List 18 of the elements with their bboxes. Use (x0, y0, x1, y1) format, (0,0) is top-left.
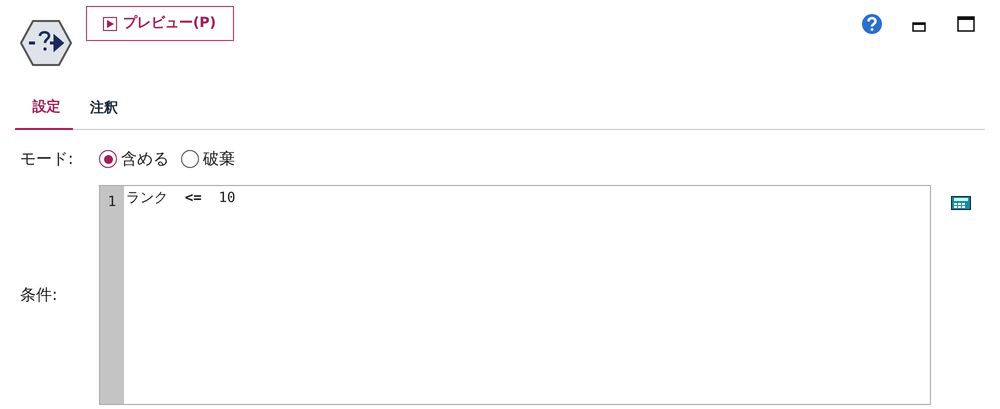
maximize-icon[interactable] (957, 16, 975, 32)
help-icon[interactable] (862, 14, 882, 34)
minimize-icon[interactable] (912, 22, 926, 32)
node-icon (20, 19, 72, 67)
code-line: ランク <= 10 (126, 189, 236, 208)
code-editor[interactable]: 1 ランク <= 10 (99, 185, 931, 405)
tab[interactable]: 設定 (15, 86, 73, 130)
play-icon (103, 16, 117, 30)
preview-button[interactable]: プレビュー(P) (86, 6, 234, 41)
radio-button[interactable] (99, 150, 117, 168)
condition-label: 条件: (20, 284, 58, 306)
tab[interactable]: 注釈 (73, 86, 130, 130)
radio-button[interactable] (181, 150, 199, 168)
radio-label[interactable]: 含める (121, 147, 169, 171)
line-number: 1 (106, 193, 118, 212)
radio-label[interactable]: 破棄 (203, 147, 235, 171)
calculator-icon[interactable] (951, 196, 971, 210)
mode-label: モード: (20, 149, 74, 168)
